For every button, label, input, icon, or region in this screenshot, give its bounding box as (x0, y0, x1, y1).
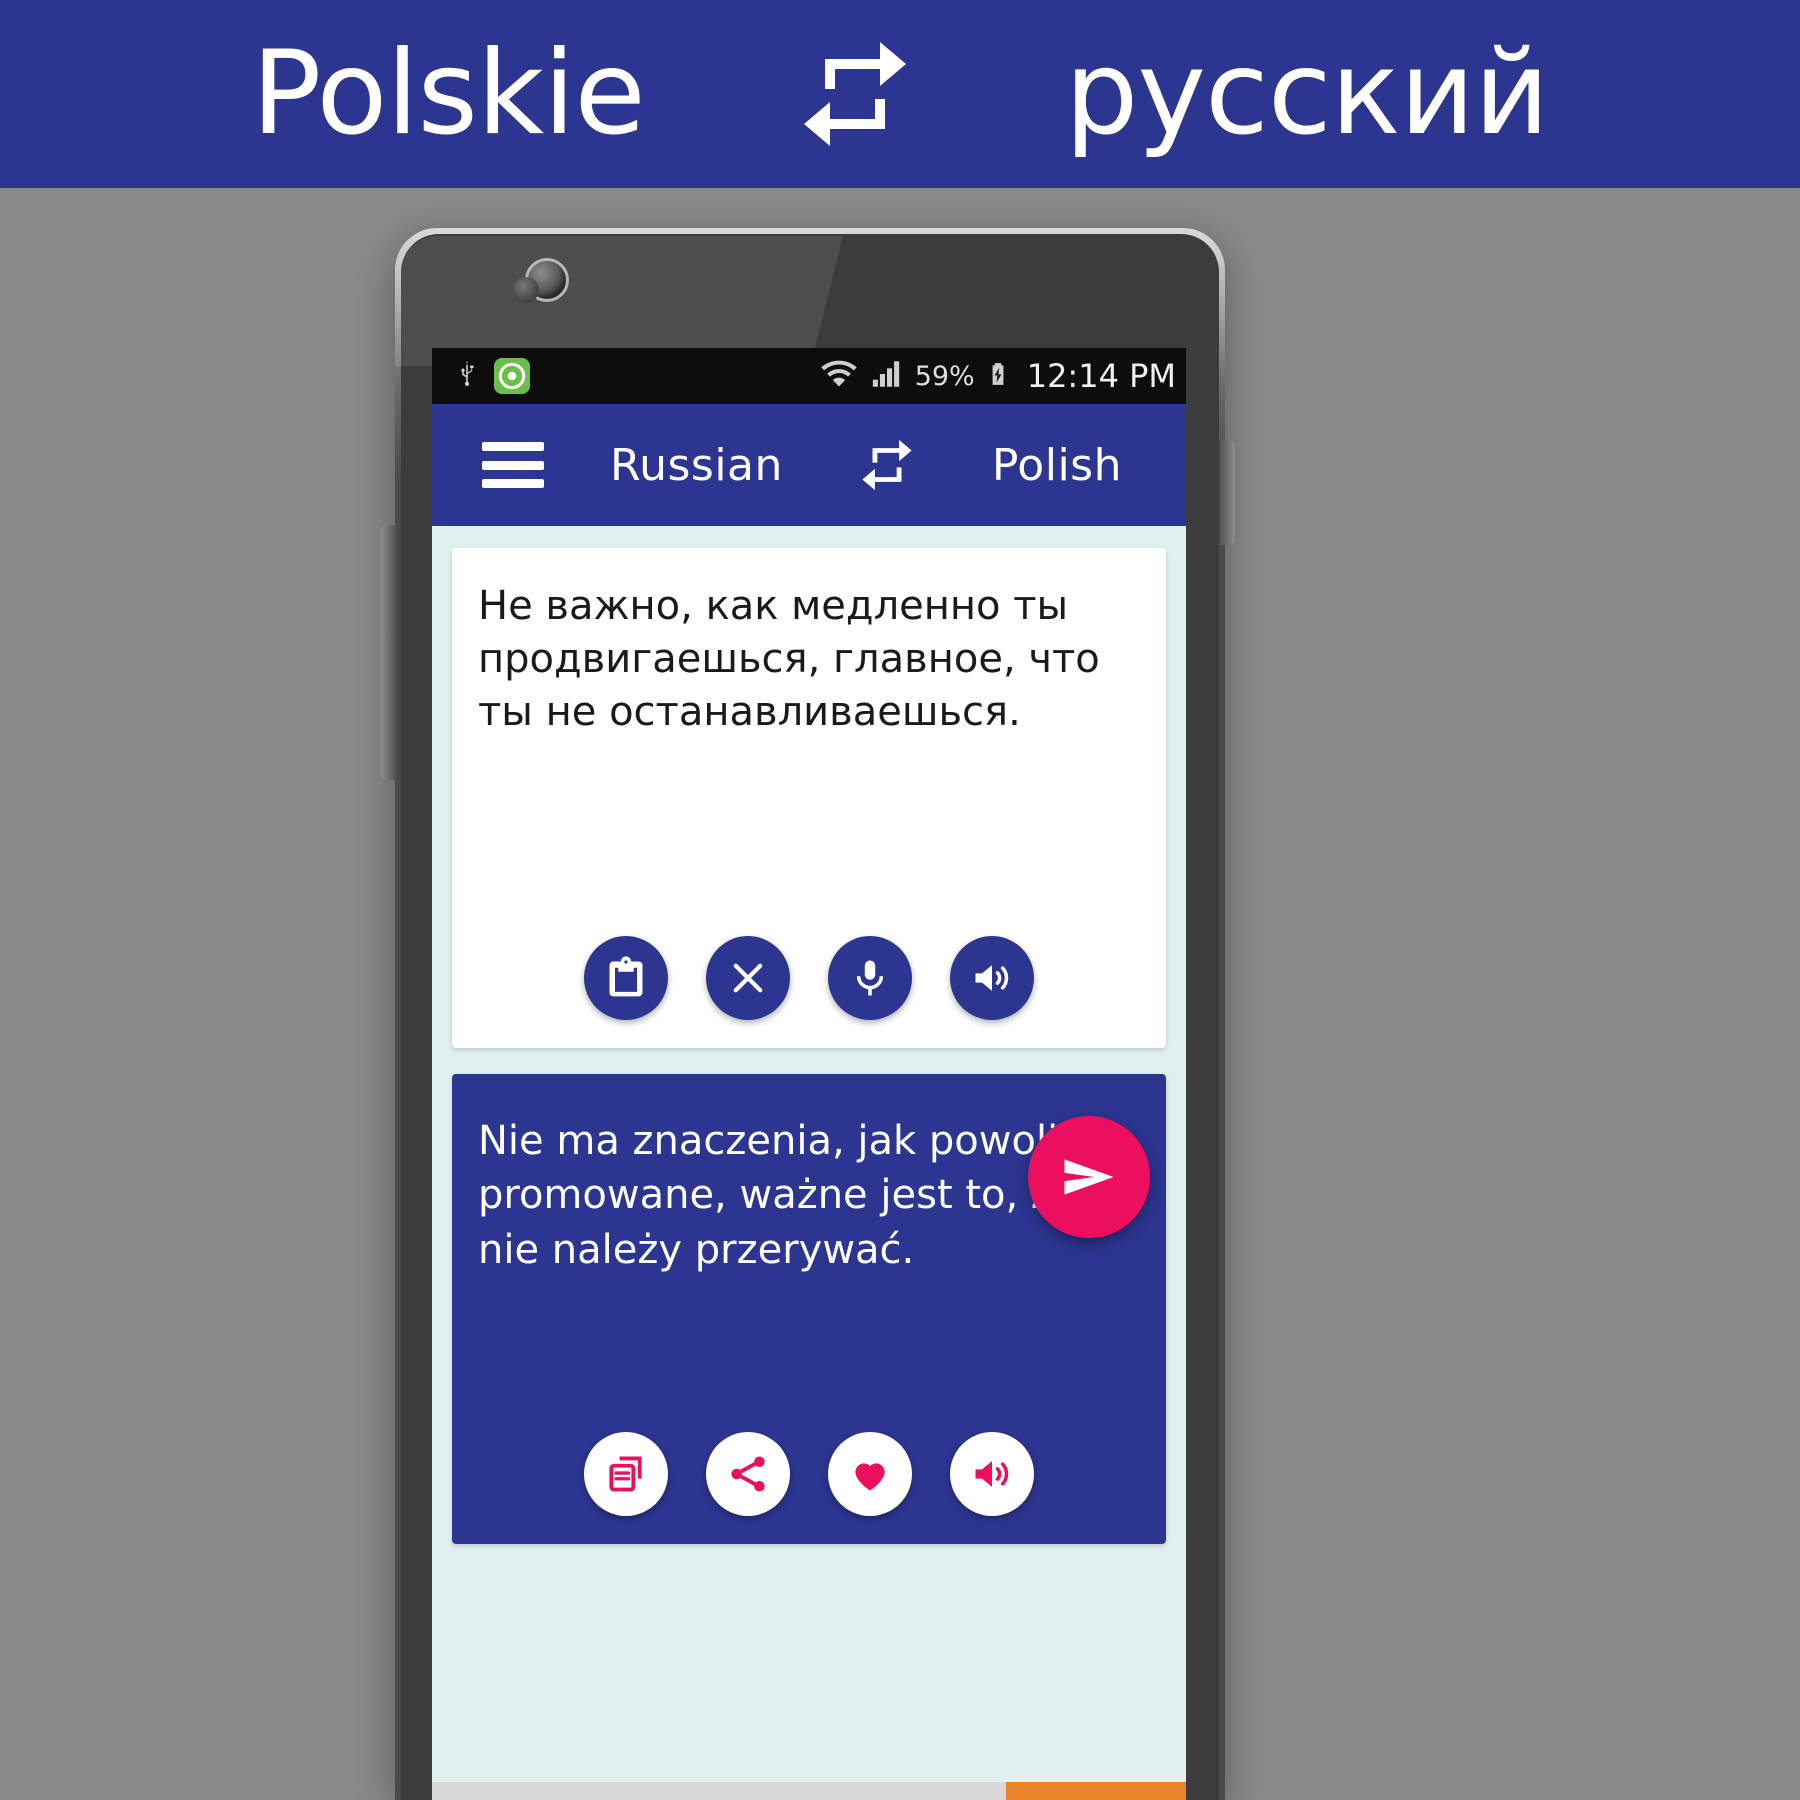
proximity-sensor-icon (513, 277, 539, 303)
wifi-icon (819, 354, 859, 398)
battery-charging-icon (985, 355, 1011, 397)
promo-left-language: Polskie (251, 26, 646, 161)
bottom-nav-strip (432, 1782, 1186, 1800)
cellular-signal-icon (869, 357, 905, 395)
target-language-label[interactable]: Polish (992, 440, 1122, 491)
source-text-panel[interactable]: Не важно, как медленно ты продвигаешься,… (452, 548, 1166, 1048)
clear-button[interactable] (706, 936, 790, 1020)
app-notification-icon (494, 358, 530, 394)
usb-icon (454, 355, 480, 397)
app-toolbar: Russian Polish (432, 404, 1186, 526)
power-button[interactable] (1219, 440, 1235, 545)
source-text[interactable]: Не важно, как медленно ты продвигаешься,… (478, 580, 1140, 738)
swap-repeat-icon (795, 34, 915, 154)
voice-input-button[interactable] (828, 936, 912, 1020)
speak-source-button[interactable] (950, 936, 1034, 1020)
volume-button[interactable] (381, 525, 397, 780)
swap-languages-icon[interactable] (856, 434, 918, 496)
status-bar-left (454, 355, 530, 397)
hamburger-menu-icon[interactable] (482, 442, 544, 488)
share-button[interactable] (706, 1432, 790, 1516)
source-action-row (452, 936, 1166, 1020)
status-bar-clock: 12:14 PM (1026, 357, 1176, 395)
translation-panels: Не важно, как медленно ты продвигаешься,… (432, 526, 1186, 1544)
favorite-button[interactable] (828, 1432, 912, 1516)
phone-screen-glare (395, 236, 843, 366)
copy-button[interactable] (584, 1432, 668, 1516)
status-bar-right: 59% 12:14 PM (819, 354, 1176, 398)
target-action-row (452, 1432, 1166, 1516)
bottom-strip-accent (1006, 1782, 1186, 1800)
paste-button[interactable] (584, 936, 668, 1020)
translate-send-button[interactable] (1028, 1116, 1150, 1238)
battery-percent-label: 59% (914, 360, 975, 392)
bottom-strip-grey (432, 1782, 1006, 1800)
status-bar: 59% 12:14 PM (432, 348, 1186, 404)
promo-banner: Polskie русский (0, 0, 1800, 188)
promo-right-language: русский (1064, 26, 1550, 161)
phone-screen: 59% 12:14 PM Russian Polish Не важно, ка… (432, 348, 1186, 1800)
speak-target-button[interactable] (950, 1432, 1034, 1516)
source-language-label[interactable]: Russian (610, 440, 783, 491)
